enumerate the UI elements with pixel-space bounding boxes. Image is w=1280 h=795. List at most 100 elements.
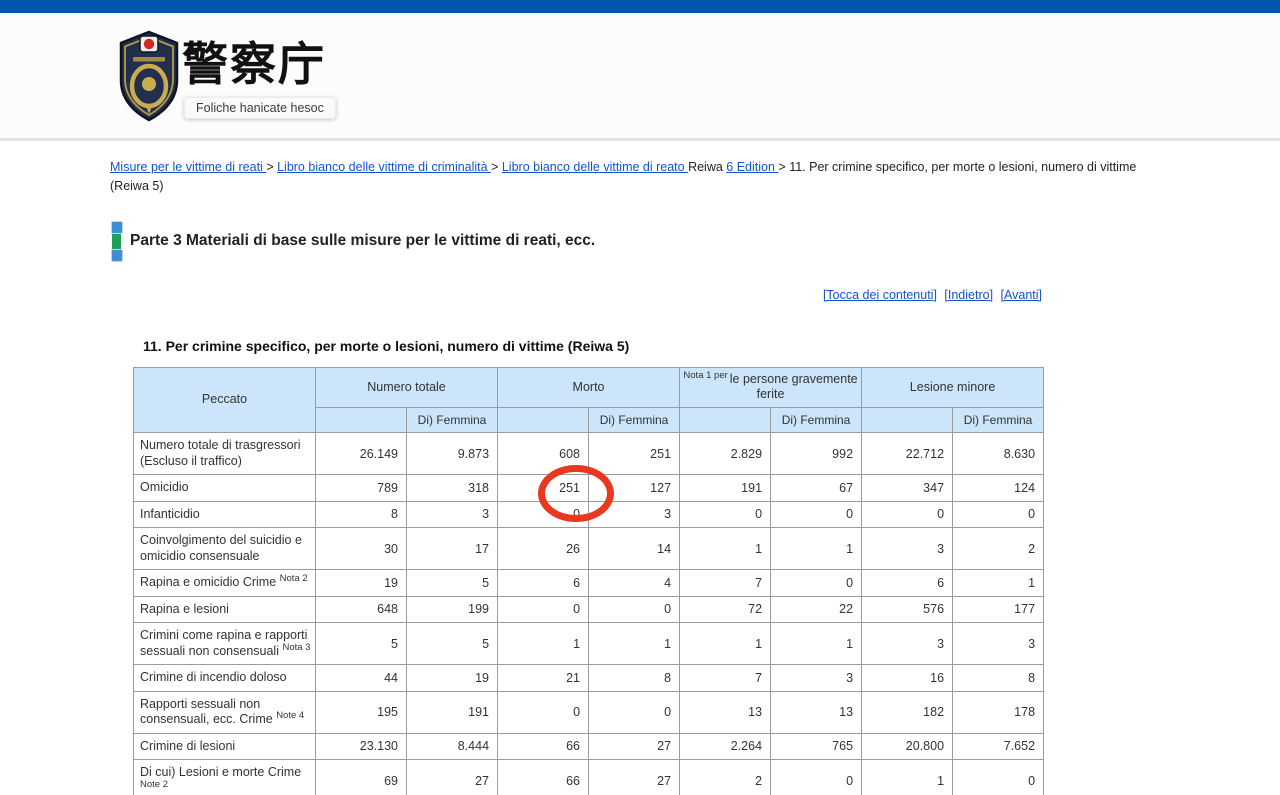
- value-cell: 0: [953, 760, 1044, 795]
- value-cell: 1: [771, 528, 862, 570]
- value-cell: 8.630: [953, 433, 1044, 475]
- value-cell: 0: [498, 501, 589, 528]
- value-cell: 22: [771, 596, 862, 623]
- value-cell: 66: [498, 760, 589, 795]
- value-cell: 3: [862, 528, 953, 570]
- page: 警察庁 Foliche hanicate hesoc Misure per le…: [0, 0, 1280, 795]
- value-cell: 66: [498, 733, 589, 760]
- value-cell: 0: [680, 501, 771, 528]
- value-cell: 0: [589, 691, 680, 733]
- row-label: Rapporti sessuali non consensuali, ecc. …: [134, 691, 316, 733]
- value-cell: 72: [680, 596, 771, 623]
- value-cell: 4: [589, 570, 680, 597]
- row-label: Rapina e lesioni: [134, 596, 316, 623]
- subheader-empty: [316, 408, 407, 433]
- row-note-superscript: Nota 3: [282, 641, 310, 652]
- value-cell: 3: [771, 665, 862, 692]
- police-emblem-icon: [116, 30, 182, 122]
- value-cell: 23.130: [316, 733, 407, 760]
- value-cell: 1: [862, 760, 953, 795]
- value-cell: 178: [953, 691, 1044, 733]
- logo-tooltip: Foliche hanicate hesoc: [184, 97, 336, 119]
- row-note-superscript: Nota 2: [280, 573, 308, 584]
- breadcrumb-link[interactable]: 6 Edition: [726, 160, 778, 174]
- police-agency-logo[interactable]: [116, 30, 182, 122]
- value-cell: 3: [953, 623, 1044, 665]
- value-cell: 69: [316, 760, 407, 795]
- table-row: Numero totale di trasgressori (Escluso i…: [134, 433, 1044, 475]
- value-cell: 347: [862, 475, 953, 502]
- value-cell: 9.873: [407, 433, 498, 475]
- row-label: Crimine di incendio doloso: [134, 665, 316, 692]
- top-blue-bar: [0, 0, 1280, 13]
- value-cell: 8: [316, 501, 407, 528]
- row-label: Crimine di lesioni: [134, 733, 316, 760]
- value-cell: 8: [953, 665, 1044, 692]
- value-cell: 1: [680, 528, 771, 570]
- broken-image-icon: [111, 249, 123, 262]
- value-cell: 127: [589, 475, 680, 502]
- value-cell: 2.829: [680, 433, 771, 475]
- row-label: Coinvolgimento del suicidio e omicidio c…: [134, 528, 316, 570]
- value-cell: 17: [407, 528, 498, 570]
- value-cell: 6: [498, 570, 589, 597]
- value-cell: 0: [498, 691, 589, 733]
- subheader-femmina: Di) Femmina: [407, 408, 498, 433]
- value-cell: 199: [407, 596, 498, 623]
- value-cell: 1: [498, 623, 589, 665]
- table-row: Crimine di lesioni23.1308.44466272.26476…: [134, 733, 1044, 760]
- table-row: Rapporti sessuali non consensuali, ecc. …: [134, 691, 1044, 733]
- breadcrumb-text: Reiwa: [688, 160, 726, 174]
- value-cell: 0: [771, 501, 862, 528]
- value-cell: 7.652: [953, 733, 1044, 760]
- subheader-empty: [680, 408, 771, 433]
- value-cell: 14: [589, 528, 680, 570]
- site-header: 警察庁 Foliche hanicate hesoc: [0, 13, 1280, 141]
- page-nav-link[interactable]: [Indietro]: [944, 288, 993, 302]
- value-cell: 0: [953, 501, 1044, 528]
- breadcrumb-text: >: [266, 160, 277, 174]
- value-cell: 8.444: [407, 733, 498, 760]
- value-cell: 6: [862, 570, 953, 597]
- value-cell: 648: [316, 596, 407, 623]
- value-cell: 27: [407, 760, 498, 795]
- value-cell: 124: [953, 475, 1044, 502]
- value-cell: 0: [771, 760, 862, 795]
- value-cell: 30: [316, 528, 407, 570]
- table-row: Crimini come rapina e rapporti sessuali …: [134, 623, 1044, 665]
- breadcrumb-link[interactable]: Libro bianco delle vittime di criminalit…: [277, 160, 491, 174]
- breadcrumb: Misure per le vittime di reati > Libro b…: [110, 158, 1172, 197]
- page-nav-link[interactable]: [Avanti]: [1001, 288, 1042, 302]
- value-cell: 251: [589, 433, 680, 475]
- page-nav-link[interactable]: [Tocca dei contenuti]: [823, 288, 937, 302]
- section-heading-text: Parte 3 Materiali di base sulle misure p…: [130, 232, 595, 250]
- value-cell: 2.264: [680, 733, 771, 760]
- subheader-femmina: Di) Femmina: [589, 408, 680, 433]
- agency-name: 警察庁: [182, 39, 326, 90]
- value-cell: 27: [589, 733, 680, 760]
- table-row: Di cui) Lesioni e morte Crime Note 26927…: [134, 760, 1044, 795]
- page-nav: [Tocca dei contenuti] [Indietro] [Avanti…: [110, 288, 1042, 302]
- breadcrumb-link[interactable]: Misure per le vittime di reati: [110, 160, 266, 174]
- value-cell: 22.712: [862, 433, 953, 475]
- value-cell: 3: [407, 501, 498, 528]
- value-cell: 1: [589, 623, 680, 665]
- value-cell: 26: [498, 528, 589, 570]
- value-cell: 765: [771, 733, 862, 760]
- main-content: Misure per le vittime di reati > Libro b…: [0, 144, 1280, 795]
- row-label: Omicidio: [134, 475, 316, 502]
- value-cell: 0: [771, 570, 862, 597]
- table-row: Rapina e omicidio Crime Nota 2195647061: [134, 570, 1044, 597]
- value-cell: 251: [498, 475, 589, 502]
- value-cell: 8: [589, 665, 680, 692]
- row-label: Infanticidio: [134, 501, 316, 528]
- value-cell: 7: [680, 570, 771, 597]
- breadcrumb-link[interactable]: Libro bianco delle vittime di reato: [502, 160, 688, 174]
- section-heading: Parte 3 Materiali di base sulle misure p…: [110, 221, 1280, 262]
- heading-marker-icon: [110, 221, 123, 262]
- value-cell: 3: [589, 501, 680, 528]
- value-cell: 44: [316, 665, 407, 692]
- victims-table: PeccatoNumero totaleMortoNota 1 perle pe…: [133, 367, 1044, 795]
- column-header-peccato: Peccato: [134, 367, 316, 432]
- table-row: Coinvolgimento del suicidio e omicidio c…: [134, 528, 1044, 570]
